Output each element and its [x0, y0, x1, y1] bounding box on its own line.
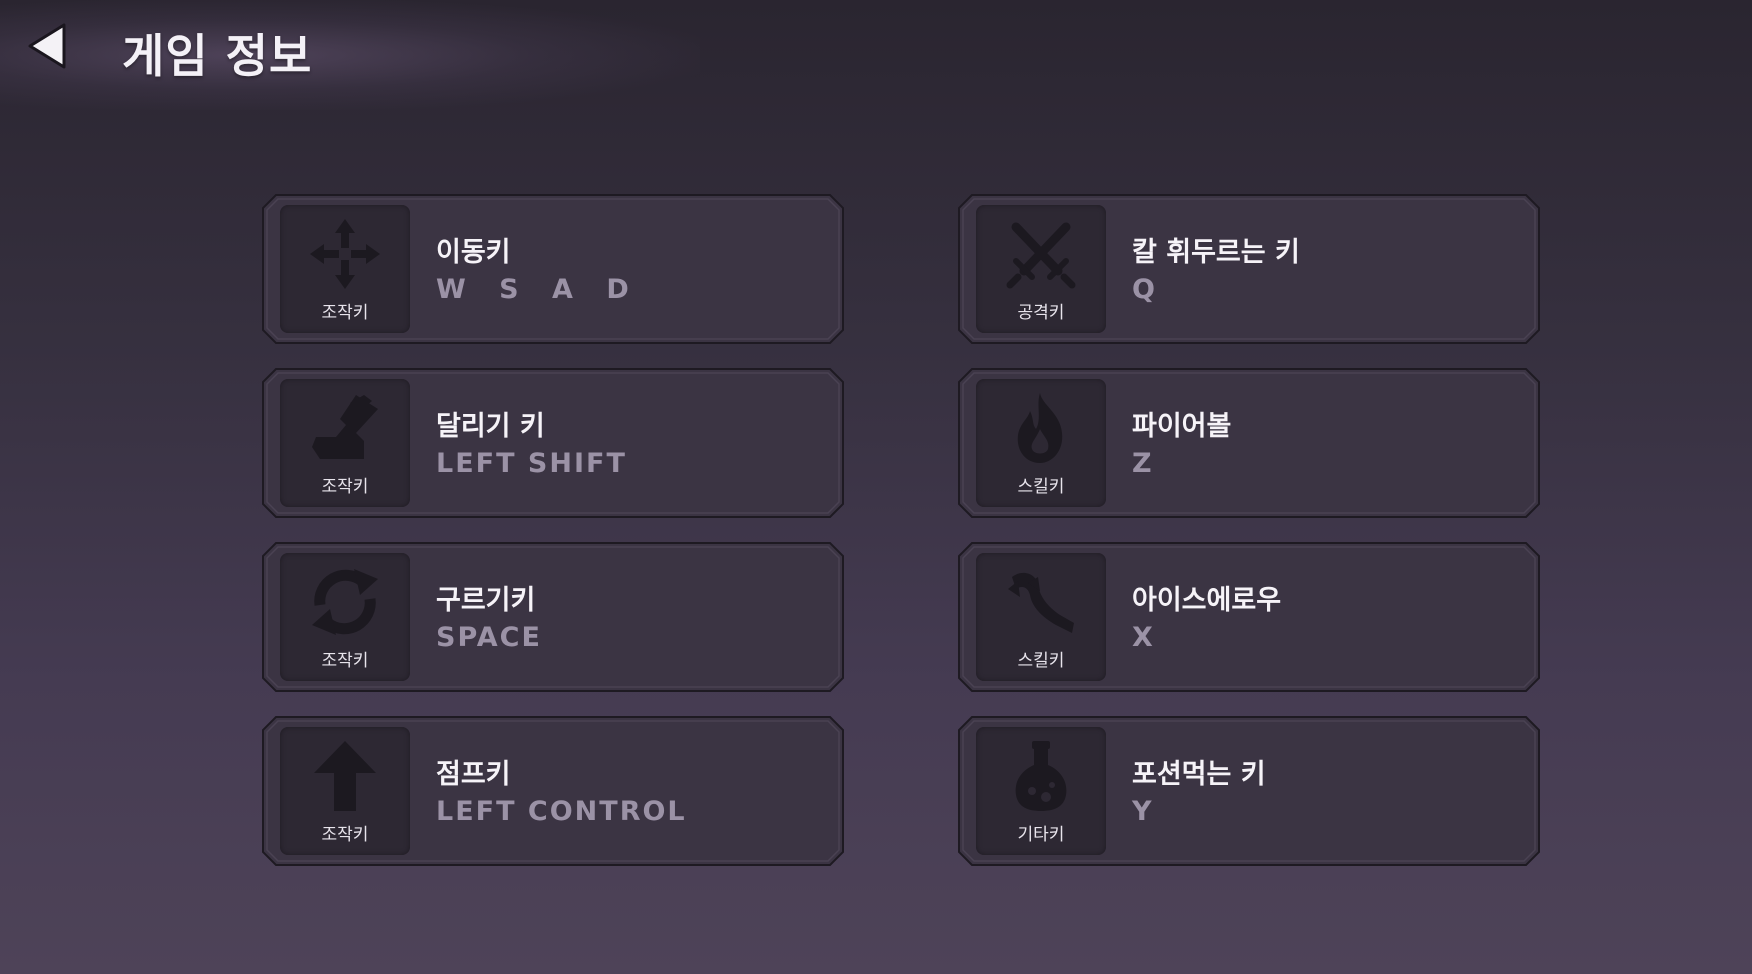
potion-icon — [1015, 741, 1067, 811]
icon-box: 공격키 — [976, 205, 1106, 333]
keybind-title: 점프키 — [436, 759, 511, 790]
keybind-grid: 조작키 이동키 W S A D 공격키 칼 휘두르는 키 Q 조작키 달리기 키… — [262, 194, 1540, 866]
keybind-title: 아이스에로우 — [1132, 585, 1282, 616]
icon-box: 스킬키 — [976, 379, 1106, 507]
icon-box: 조작키 — [280, 727, 410, 855]
keybind-key: LEFT SHIFT — [436, 448, 627, 479]
keybind-key: X — [1132, 622, 1155, 653]
page-title: 게임 정보 — [122, 29, 313, 83]
key-category-label: 스킬키 — [1017, 477, 1065, 497]
keybind-key: Z — [1132, 448, 1154, 479]
keybind-card-sword[interactable]: 공격키 칼 휘두르는 키 Q — [958, 194, 1540, 344]
keybind-title: 칼 휘두르는 키 — [1132, 237, 1300, 268]
keybind-key: Q — [1132, 274, 1157, 305]
up-arrow-icon — [314, 741, 376, 811]
keybind-key: W S A D — [436, 274, 641, 305]
back-button[interactable] — [24, 22, 68, 70]
keybind-title: 구르기키 — [436, 585, 536, 616]
keybind-key: Y — [1132, 796, 1154, 827]
icon-box: 조작키 — [280, 379, 410, 507]
icon-box: 스킬키 — [976, 553, 1106, 681]
keybind-title: 달리기 키 — [436, 411, 545, 442]
keybind-card-move[interactable]: 조작키 이동키 W S A D — [262, 194, 844, 344]
keybind-card-roll[interactable]: 조작키 구르기키 SPACE — [262, 542, 844, 692]
icon-box: 기타키 — [976, 727, 1106, 855]
back-arrow-icon — [28, 23, 66, 69]
keybind-card-fireball[interactable]: 스킬키 파이어볼 Z — [958, 368, 1540, 518]
keybind-title: 포션먹는 키 — [1132, 759, 1266, 790]
keybind-key: SPACE — [436, 622, 542, 653]
keybind-card-potion[interactable]: 기타키 포션먹는 키 Y — [958, 716, 1540, 866]
keybind-card-run[interactable]: 조작키 달리기 키 LEFT SHIFT — [262, 368, 844, 518]
roll-icon — [312, 569, 378, 635]
key-category-label: 스킬키 — [1017, 651, 1065, 671]
key-category-label: 조작키 — [321, 303, 369, 323]
keybind-key: LEFT CONTROL — [436, 796, 687, 827]
boot-icon — [312, 395, 378, 459]
header: 게임 정보 — [0, 0, 700, 100]
icon-box: 조작키 — [280, 553, 410, 681]
key-category-label: 조작키 — [321, 651, 369, 671]
keybind-title: 파이어볼 — [1132, 411, 1232, 442]
keybind-title: 이동키 — [436, 237, 511, 268]
keybind-card-ice-arrow[interactable]: 스킬키 아이스에로우 X — [958, 542, 1540, 692]
key-category-label: 조작키 — [321, 825, 369, 845]
keybind-card-jump[interactable]: 조작키 점프키 LEFT CONTROL — [262, 716, 844, 866]
ice-arrow-icon — [1008, 572, 1074, 633]
flame-icon — [1017, 393, 1063, 463]
move-arrows-icon — [310, 219, 380, 289]
key-category-label: 기타키 — [1017, 825, 1065, 845]
key-category-label: 조작키 — [321, 477, 369, 497]
key-category-label: 공격키 — [1017, 303, 1065, 323]
crossed-swords-icon — [1006, 222, 1076, 289]
icon-box: 조작키 — [280, 205, 410, 333]
